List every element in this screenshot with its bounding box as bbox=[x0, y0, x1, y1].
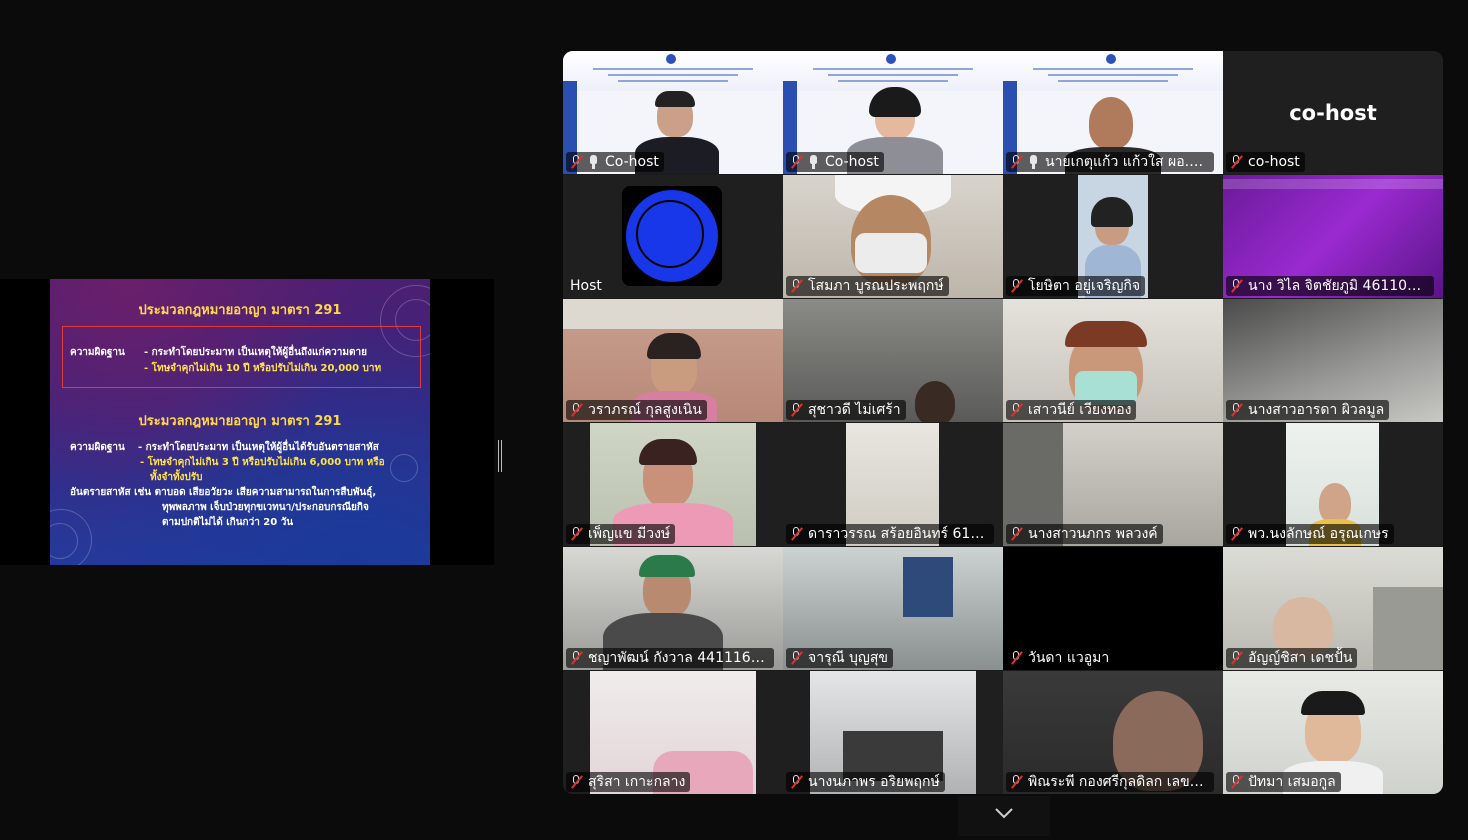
video-tile-participant-16[interactable]: พว.นงลักษณ์ อรุณเกษร bbox=[1223, 423, 1443, 546]
participant-name: Co-host bbox=[825, 154, 879, 170]
mic-muted-icon bbox=[570, 155, 582, 169]
video-tile-host[interactable]: Host bbox=[563, 175, 783, 298]
participant-nametag: Co-host bbox=[566, 152, 664, 172]
mic-muted-icon bbox=[1230, 651, 1242, 665]
participant-name: จารุณี บุญสุข bbox=[808, 650, 888, 666]
host-avatar-logo bbox=[622, 186, 722, 286]
video-tile-participant-6[interactable]: โสมภา บูรณประพฤกษ์ bbox=[783, 175, 1003, 298]
mic-muted-icon bbox=[790, 775, 802, 789]
mic-muted-icon bbox=[1010, 527, 1022, 541]
video-tile-participant-19[interactable]: วันดา แวอูมา bbox=[1003, 547, 1223, 670]
video-tile-participant-23[interactable]: พิณระพี กองศรีกุลดิลก เลขที่ใ... bbox=[1003, 671, 1223, 794]
participant-name: นางสาวนภกร พลวงค์ bbox=[1028, 526, 1158, 542]
participant-name: นายเกตุแก้ว แก้วใส ผอ.สำ... bbox=[1045, 154, 1209, 170]
participant-name: สุริสา เกาะกลาง bbox=[588, 774, 686, 790]
video-tile-participant-21[interactable]: สุริสา เกาะกลาง bbox=[563, 671, 783, 794]
mic-muted-icon bbox=[790, 279, 802, 293]
video-tile-participant-24[interactable]: ปัทมา เสมอกูล bbox=[1223, 671, 1443, 794]
participant-name: พิณระพี กองศรีกุลดิลก เลขที่ใ... bbox=[1028, 774, 1209, 790]
video-tile-participant-18[interactable]: จารุณี บุญสุข bbox=[783, 547, 1003, 670]
video-tile-participant-22[interactable]: นางนภาพร อริยพฤกษ์ bbox=[783, 671, 1003, 794]
mic-muted-icon bbox=[570, 651, 582, 665]
participant-name: co-host bbox=[1248, 154, 1300, 170]
participant-name: เสาวนีย์ เวียงทอง bbox=[1028, 402, 1132, 418]
video-tile-participant-9[interactable]: วราภรณ์ กุลสูงเนิน bbox=[563, 299, 783, 422]
participant-name: โยษิตา อยู่เจริญกิจ bbox=[1028, 278, 1141, 294]
participant-display-name: co-host bbox=[1289, 101, 1377, 125]
video-tile-participant-3[interactable]: นายเกตุแก้ว แก้วใส ผอ.สำ... bbox=[1003, 51, 1223, 174]
mic-muted-icon bbox=[570, 527, 582, 541]
mic-muted-icon bbox=[1230, 403, 1242, 417]
split-resize-handle[interactable] bbox=[498, 440, 502, 472]
video-gallery: Co-host Co-host นายเกตุแก้ว แก้วใส ผอ.สำ… bbox=[563, 51, 1443, 794]
video-tile-participant-15[interactable]: นางสาวนภกร พลวงค์ bbox=[1003, 423, 1223, 546]
mic-muted-icon bbox=[1230, 155, 1242, 169]
slide-title-1: ประมวลกฎหมายอาญา มาตรา 291 bbox=[138, 303, 342, 318]
slide-s2-line-2: - โทษจำคุกไม่เกิน 3 ปี หรือปรับไม่เกิน 6… bbox=[140, 457, 385, 468]
mic-muted-icon bbox=[570, 775, 582, 789]
chevron-down-icon bbox=[995, 808, 1013, 819]
participant-name: เพ็ญแข มีวงษ์ bbox=[588, 526, 671, 542]
mic-muted-icon bbox=[790, 403, 802, 417]
participant-name: โสมภา บูรณประพฤกษ์ bbox=[808, 278, 944, 294]
slide-box-line-1: - กระทำโดยประมาท เป็นเหตุให้ผู้อื่นถึงแก… bbox=[144, 347, 367, 358]
slide-s2-line-1: - กระทำโดยประมาท เป็นเหตุให้ผู้อื่นได้รั… bbox=[138, 442, 379, 453]
mic-muted-icon bbox=[790, 527, 802, 541]
mic-muted-icon bbox=[1010, 775, 1022, 789]
raise-hand-icon bbox=[808, 155, 819, 169]
participant-name: นางนภาพร อริยพฤกษ์ bbox=[808, 774, 940, 790]
video-tile-participant-13[interactable]: เพ็ญแข มีวงษ์ bbox=[563, 423, 783, 546]
participant-name: พว.นงลักษณ์ อรุณเกษร bbox=[1248, 526, 1389, 542]
video-tile-participant-10[interactable]: สุชาวดี ไม่เศร้า bbox=[783, 299, 1003, 422]
slide-title-2: ประมวลกฎหมายอาญา มาตรา 291 bbox=[138, 414, 342, 429]
video-tile-participant-12[interactable]: นางสาวอารดา ผิวลมูล bbox=[1223, 299, 1443, 422]
video-tile-cohost-1[interactable]: Co-host bbox=[563, 51, 783, 174]
video-tile-participant-7[interactable]: โยษิตา อยู่เจริญกิจ bbox=[1003, 175, 1223, 298]
mic-muted-icon bbox=[1010, 651, 1022, 665]
presentation-slide: ประมวลกฎหมายอาญา มาตรา 291 ความผิดฐาน - … bbox=[50, 279, 430, 565]
participant-name: ดาราวรรณ สร้อยอินทร์ 6111... bbox=[808, 526, 989, 542]
slide-s2-line-5: ทุพพลภาพ เจ็บป่วยทุกขเวทนา/ประกอบกรณียกิ… bbox=[162, 502, 369, 513]
raise-hand-icon bbox=[588, 155, 599, 169]
video-tile-participant-20[interactable]: อัญญ์ชิสา เดชปั้น bbox=[1223, 547, 1443, 670]
mic-muted-icon bbox=[790, 651, 802, 665]
participant-name: อัญญ์ชิสา เดชปั้น bbox=[1248, 650, 1353, 666]
participant-name: Co-host bbox=[605, 154, 659, 170]
slide-s2-label: ความผิดฐาน bbox=[70, 442, 125, 453]
video-tile-participant-8[interactable]: นาง วิไล จิตชัยภูมิ 4611013... bbox=[1223, 175, 1443, 298]
slide-s2-line-4: อันตรายสาหัส เช่น ตาบอด เสียอวัยวะ เสียค… bbox=[70, 487, 377, 498]
mic-muted-icon bbox=[790, 155, 802, 169]
participant-name: ชญาพัฒน์ กังวาล 4411163... bbox=[588, 650, 769, 666]
mic-muted-icon bbox=[1010, 279, 1022, 293]
raise-hand-icon bbox=[1028, 155, 1039, 169]
mic-muted-icon bbox=[1230, 775, 1242, 789]
participant-name: วราภรณ์ กุลสูงเนิน bbox=[588, 402, 702, 418]
video-tile-participant-11[interactable]: เสาวนีย์ เวียงทอง bbox=[1003, 299, 1223, 422]
slide-s2-line-6: ตามปกติไม่ได้ เกินกว่า 20 วัน bbox=[162, 517, 294, 528]
participant-name: ปัทมา เสมอกูล bbox=[1248, 774, 1336, 790]
participant-name: นางสาวอารดา ผิวลมูล bbox=[1248, 402, 1385, 418]
participant-name: Host bbox=[570, 278, 602, 294]
gallery-scroll-down-button[interactable] bbox=[958, 796, 1050, 836]
mic-muted-icon bbox=[1010, 403, 1022, 417]
video-tile-participant-14[interactable]: ดาราวรรณ สร้อยอินทร์ 6111... bbox=[783, 423, 1003, 546]
video-tile-cohost-4[interactable]: co-host co-host bbox=[1223, 51, 1443, 174]
slide-box-label: ความผิดฐาน bbox=[70, 347, 125, 358]
slide-s2-line-3: ทั้งจำทั้งปรับ bbox=[150, 472, 203, 483]
video-tile-cohost-2[interactable]: Co-host bbox=[783, 51, 1003, 174]
video-tile-participant-17[interactable]: ชญาพัฒน์ กังวาล 4411163... bbox=[563, 547, 783, 670]
mic-muted-icon bbox=[1010, 155, 1022, 169]
participant-name: วันดา แวอูมา bbox=[1028, 650, 1110, 666]
slide-box-line-2: - โทษจำคุกไม่เกิน 10 ปี หรือปรับไม่เกิน … bbox=[144, 363, 382, 374]
mic-muted-icon bbox=[1230, 279, 1242, 293]
shared-screen: ประมวลกฎหมายอาญา มาตรา 291 ความผิดฐาน - … bbox=[0, 279, 494, 565]
participant-name: นาง วิไล จิตชัยภูมิ 4611013... bbox=[1248, 278, 1429, 294]
mic-muted-icon bbox=[1230, 527, 1242, 541]
mic-muted-icon bbox=[570, 403, 582, 417]
participant-name: สุชาวดี ไม่เศร้า bbox=[808, 402, 901, 418]
